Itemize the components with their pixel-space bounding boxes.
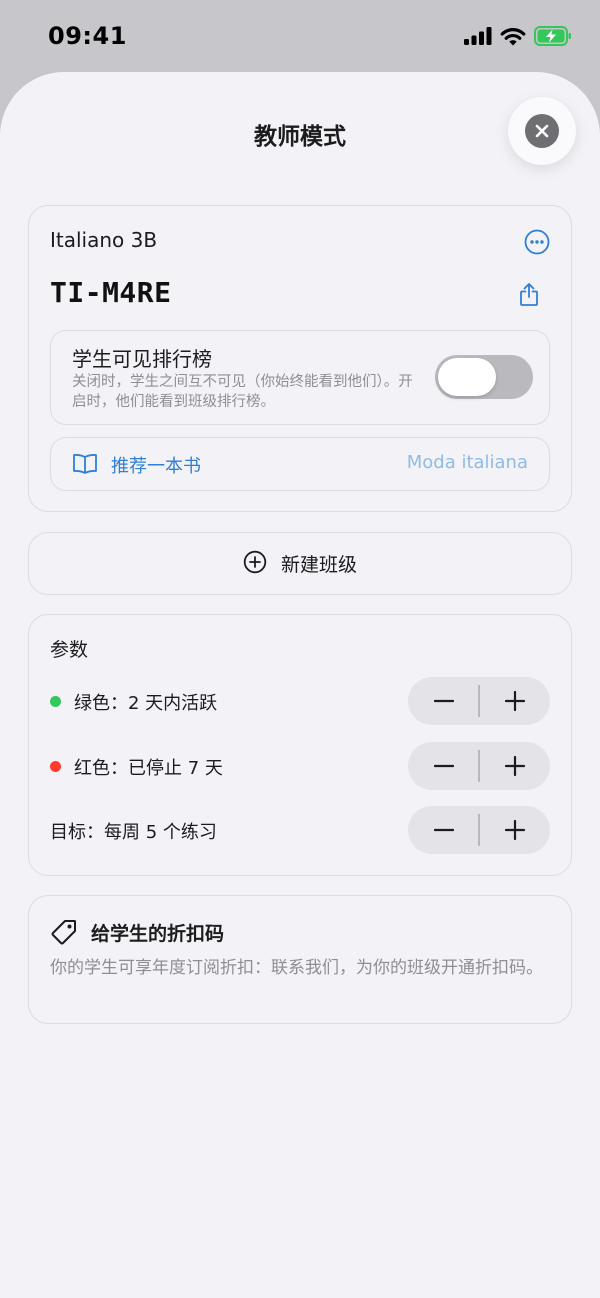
decrement-button[interactable] xyxy=(408,806,479,854)
status-time: 09:41 xyxy=(48,22,127,50)
param-row-green: 绿色：2 天内活跃 xyxy=(29,677,573,725)
new-class-button[interactable]: 新建班级 xyxy=(28,532,572,595)
param-row-red: 红色：已停止 7 天 xyxy=(29,742,573,790)
green-status-dot xyxy=(50,696,61,707)
red-status-dot xyxy=(50,761,61,772)
close-icon xyxy=(525,114,559,148)
share-icon[interactable] xyxy=(517,280,541,308)
teacher-mode-sheet: 教师模式 Italiano 3B TI-M4RE 学生可见排行榜 关闭时，学生之… xyxy=(0,72,600,1298)
leaderboard-toggle[interactable] xyxy=(435,355,533,399)
increment-button[interactable] xyxy=(479,806,550,854)
increment-button[interactable] xyxy=(479,677,550,725)
decrement-button[interactable] xyxy=(408,742,479,790)
increment-button[interactable] xyxy=(479,742,550,790)
discount-card: 给学生的折扣码 你的学生可享年度订阅折扣：联系我们，为你的班级开通折扣码。 xyxy=(28,895,572,1024)
tag-icon xyxy=(50,918,78,946)
red-days-stepper xyxy=(408,742,550,790)
recommend-book-row[interactable]: 推荐一本书 Moda italiana xyxy=(50,437,550,491)
close-button[interactable] xyxy=(508,97,576,165)
class-name: Italiano 3B xyxy=(50,228,158,252)
class-card: Italiano 3B TI-M4RE 学生可见排行榜 关闭时，学生之间互不可见… xyxy=(28,205,572,512)
new-class-label: 新建班级 xyxy=(280,554,357,576)
discount-title: 给学生的折扣码 xyxy=(91,923,225,945)
more-options-icon[interactable] xyxy=(523,228,551,256)
class-code: TI-M4RE xyxy=(50,276,172,309)
params-title: 参数 xyxy=(50,639,89,661)
param-label: 目标：每周 5 个练习 xyxy=(50,822,217,843)
weekly-goal-stepper xyxy=(408,806,550,854)
leaderboard-title: 学生可见排行榜 xyxy=(72,347,212,371)
status-bar: 09:41 xyxy=(0,0,600,72)
param-row-goal: 目标：每周 5 个练习 xyxy=(29,806,573,854)
toggle-knob xyxy=(438,358,496,396)
params-card: 参数 绿色：2 天内活跃 红色：已停止 7 天 目标：每周 5 个练习 xyxy=(28,614,572,876)
green-days-stepper xyxy=(408,677,550,725)
leaderboard-description: 关闭时，学生之间互不可见（你始终能看到他们）。开启时，他们能看到班级排行榜。 xyxy=(72,374,413,410)
battery-charging-icon xyxy=(534,26,572,50)
recommend-book-label: 推荐一本书 xyxy=(111,456,201,477)
discount-description: 你的学生可享年度订阅折扣：联系我们，为你的班级开通折扣码。 xyxy=(50,958,543,978)
wifi-icon xyxy=(500,27,526,50)
cellular-signal-icon xyxy=(464,27,492,49)
plus-circle-icon xyxy=(243,550,267,578)
param-label: 红色：已停止 7 天 xyxy=(74,758,223,779)
book-icon xyxy=(72,452,98,476)
param-label: 绿色：2 天内活跃 xyxy=(74,693,218,714)
recommend-book-value: Moda italiana xyxy=(406,452,528,473)
leaderboard-visibility-row: 学生可见排行榜 关闭时，学生之间互不可见（你始终能看到他们）。开启时，他们能看到… xyxy=(50,330,550,425)
decrement-button[interactable] xyxy=(408,677,479,725)
status-icons xyxy=(464,26,572,50)
